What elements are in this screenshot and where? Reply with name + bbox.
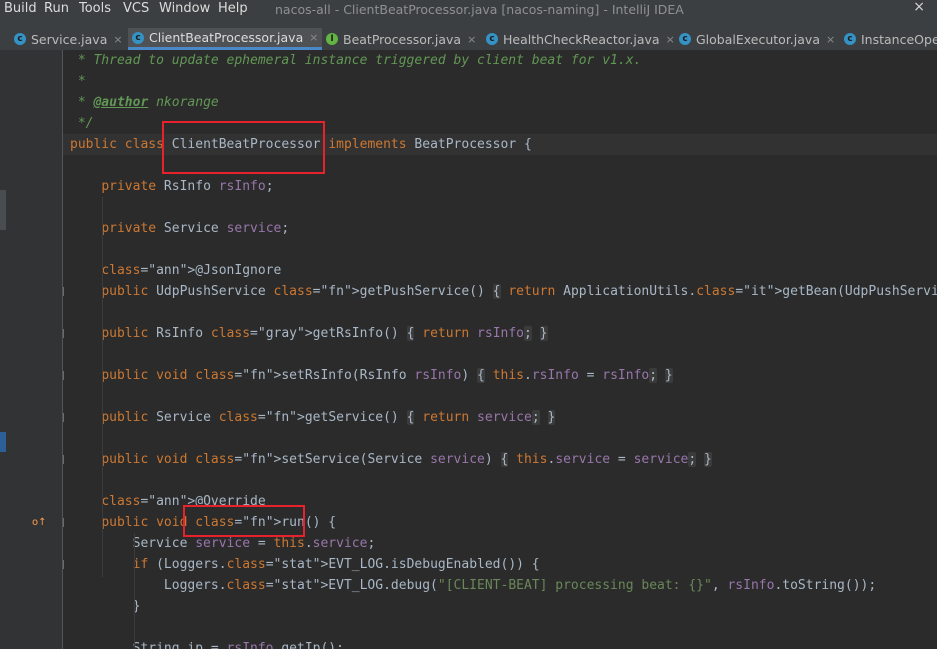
code-line[interactable]: 40 private Service service; — [63, 218, 937, 239]
menu-window[interactable]: Window — [159, 1, 210, 16]
code-text: Loggers.class="stat">EVT_LOG.debug("[CLI… — [70, 578, 877, 593]
code-text: private RsInfo rsInfo; — [101, 179, 274, 194]
tab-service[interactable]: c Service.java × — [14, 28, 123, 50]
code-line[interactable]: 38 private RsInfo rsInfo; — [63, 176, 937, 197]
code-text: public Service class="fn">getService() {… — [101, 410, 556, 425]
tab-global-executor[interactable]: c GlobalExecutor.java × — [679, 28, 835, 50]
menu-tools[interactable]: Tools — [79, 1, 111, 16]
scrollbar-thumb[interactable] — [0, 190, 6, 230]
line-number-gutter[interactable] — [0, 50, 63, 649]
tab-label: InstanceOper — [861, 31, 937, 47]
close-icon[interactable]: × — [913, 0, 925, 15]
code-text: String ip = rsInfo.getIp(); — [70, 641, 344, 649]
code-line[interactable]: 41 — [63, 239, 937, 260]
tab-health-check-reactor[interactable]: c HealthCheckReactor.java × — [486, 28, 675, 50]
menu-vcs[interactable]: VCS — [123, 1, 149, 16]
fold-toggle-icon[interactable]: − — [63, 455, 64, 464]
editor-tab-bar: c Service.java × c ClientBeatProcessor.j… — [0, 28, 937, 51]
toolbar-strip — [0, 20, 937, 28]
highlight-box-class-name — [162, 121, 325, 174]
code-line[interactable]: 34 * @author nkorange — [63, 92, 937, 113]
menu-bar: Build Run Tools VCS Window Help nacos-al… — [0, 0, 937, 20]
code-line[interactable]: 39 — [63, 197, 937, 218]
fold-toggle-icon[interactable]: − — [63, 560, 64, 569]
code-line[interactable]: 68 } — [63, 596, 937, 617]
code-text: public UdpPushService class="fn">getPush… — [101, 284, 937, 299]
code-text: */ — [70, 116, 94, 131]
code-text: public void class="fn">setRsInfo(RsInfo … — [101, 368, 673, 383]
code-line[interactable]: 55− public Service class="fn">getService… — [63, 407, 937, 428]
fold-toggle-icon[interactable]: − — [63, 287, 64, 296]
tab-instance-oper[interactable]: c InstanceOper — [844, 28, 937, 50]
code-line[interactable]: 50 — [63, 344, 937, 365]
class-icon: c — [132, 31, 144, 44]
interface-icon: I — [326, 33, 338, 45]
code-line[interactable]: 59− public void class="fn">setService(Se… — [63, 449, 937, 470]
code-text: public void class="fn">setService(Servic… — [101, 452, 712, 467]
class-icon: c — [14, 33, 26, 45]
menu-build[interactable]: Build — [4, 1, 37, 16]
tab-label: ClientBeatProcessor.java — [149, 30, 304, 45]
close-icon[interactable]: × — [113, 33, 122, 46]
fold-toggle-icon[interactable]: − — [63, 371, 64, 380]
indent-guide — [134, 533, 135, 649]
code-text: if (Loggers.class="stat">EVT_LOG.isDebug… — [132, 557, 540, 572]
code-text: * — [70, 74, 86, 89]
code-line[interactable]: 42 class="ann">@JsonIgnore — [63, 260, 937, 281]
tab-label: BeatProcessor.java — [343, 31, 462, 47]
code-text: public RsInfo class="gray">getRsInfo() {… — [101, 326, 548, 341]
code-line[interactable]: 66− if (Loggers.class="stat">EVT_LOG.isD… — [63, 554, 937, 575]
code-text: * @author nkorange — [70, 95, 219, 110]
window-title: nacos-all - ClientBeatProcessor.java [na… — [275, 2, 684, 17]
override-icon[interactable]: o↑ — [32, 517, 47, 528]
fold-toggle-icon[interactable]: − — [63, 518, 64, 527]
tab-label: GlobalExecutor.java — [696, 31, 820, 47]
class-icon: c — [844, 33, 856, 45]
class-icon: c — [679, 33, 691, 45]
code-line[interactable]: 69 — [63, 617, 937, 638]
code-line[interactable]: 62 — [63, 470, 937, 491]
close-icon[interactable]: × — [826, 33, 835, 46]
close-icon[interactable]: × — [467, 33, 476, 46]
code-line[interactable]: 51− public void class="fn">setRsInfo(RsI… — [63, 365, 937, 386]
indent-guide — [102, 197, 103, 577]
code-line[interactable]: 43− public UdpPushService class="fn">get… — [63, 281, 937, 302]
tab-label: Service.java — [31, 31, 108, 47]
highlight-box-run-method — [183, 505, 305, 537]
code-line[interactable]: 67 Loggers.class="stat">EVT_LOG.debug("[… — [63, 575, 937, 596]
code-line[interactable]: 46 — [63, 302, 937, 323]
bookmark-marker — [0, 432, 6, 452]
close-icon[interactable]: × — [666, 33, 675, 46]
tab-label: HealthCheckReactor.java — [503, 31, 660, 47]
class-icon: c — [486, 33, 498, 45]
tab-beat-processor[interactable]: I BeatProcessor.java × — [326, 28, 476, 50]
code-text: } — [70, 599, 141, 614]
menu-run[interactable]: Run — [44, 1, 69, 16]
close-icon[interactable]: × — [309, 31, 318, 44]
fold-toggle-icon[interactable]: − — [63, 329, 64, 338]
code-line[interactable]: 58 — [63, 428, 937, 449]
tab-client-beat-processor[interactable]: c ClientBeatProcessor.java × — [128, 28, 323, 50]
code-line[interactable]: 47− public RsInfo class="gray">getRsInfo… — [63, 323, 937, 344]
code-text: * Thread to update ephemeral instance tr… — [70, 53, 642, 68]
menu-help[interactable]: Help — [218, 1, 248, 16]
code-line[interactable]: 32 * Thread to update ephemeral instance… — [63, 50, 937, 71]
fold-toggle-icon[interactable]: − — [63, 413, 64, 422]
code-line[interactable]: 33 * — [63, 71, 937, 92]
code-line[interactable]: 54 — [63, 386, 937, 407]
code-line[interactable]: 70 String ip = rsInfo.getIp(); — [63, 638, 937, 649]
